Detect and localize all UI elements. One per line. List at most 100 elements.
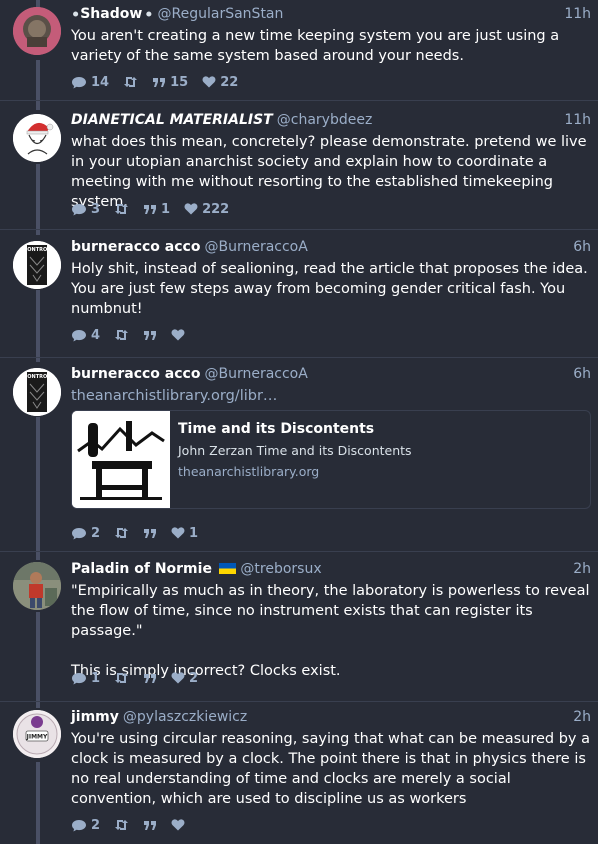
display-name[interactable]: Paladin of Normie (71, 561, 212, 577)
card-host: theanarchistlibrary.org (178, 464, 320, 479)
display-name[interactable]: DIANETICAL MATERIALIST (71, 112, 273, 128)
display-name[interactable]: jimmy (71, 709, 119, 725)
boost-icon (115, 330, 129, 340)
quote-button[interactable]: 15 (152, 75, 188, 90)
quote-button[interactable] (143, 528, 157, 539)
status-burneracco-2[interactable]: CONTROL burneracco acco @BurneraccoA 6h t… (0, 358, 598, 551)
like-button[interactable] (171, 329, 185, 341)
avatar[interactable] (13, 7, 61, 55)
reply-button[interactable]: 1 (71, 671, 100, 686)
like-button[interactable]: 222 (184, 202, 229, 217)
reply-count: 2 (91, 817, 101, 833)
timestamp[interactable]: 6h (573, 366, 591, 382)
quote-button[interactable] (143, 330, 157, 341)
avatar[interactable]: CONTROL (13, 368, 61, 416)
boost-icon (115, 528, 129, 538)
card-title: Time and its Discontents (178, 421, 375, 437)
status-header: Paladin of Normie @treborsux 2h (71, 561, 591, 579)
reply-icon (72, 203, 86, 215)
status-header: ⚫Shadow ⚫ @RegularSanStan 11h (71, 6, 591, 24)
avatar[interactable] (13, 562, 61, 610)
status-shadow[interactable]: ⚫Shadow ⚫ @RegularSanStan 11h You aren't c… (0, 0, 598, 100)
quote-icon (144, 820, 157, 830)
account-handle[interactable]: @charybdeez (277, 112, 373, 128)
account-handle[interactable]: @RegularSanStan (158, 6, 284, 22)
account-handle[interactable]: @treborsux (240, 561, 321, 577)
boost-button[interactable] (114, 203, 129, 215)
status-content: theanarchistlibrary.org/libr… (71, 386, 591, 406)
like-count: 22 (220, 74, 239, 90)
reply-icon (72, 819, 86, 831)
boost-button[interactable] (114, 527, 129, 539)
action-bar: 3 1 222 (71, 200, 243, 218)
heart-icon (171, 329, 185, 341)
like-count: 1 (189, 525, 199, 541)
like-button[interactable] (171, 819, 185, 831)
heart-icon (171, 819, 185, 831)
boost-icon (115, 204, 129, 214)
status-header: burneracco acco @BurneraccoA 6h (71, 239, 591, 257)
display-name[interactable]: burneracco acco (71, 239, 200, 255)
card-body: Time and its Discontents John Zerzan Tim… (178, 421, 582, 479)
quote-button[interactable]: 1 (143, 202, 170, 217)
avatar[interactable]: JIMMY (13, 710, 61, 758)
status-text: Holy shit, instead of sealioning, read t… (71, 261, 588, 317)
reply-button[interactable]: 4 (71, 328, 100, 343)
status-burneracco-1[interactable]: CONTROL burneracco acco @BurneraccoA 6h H… (0, 230, 598, 357)
action-bar: 4 (71, 326, 199, 344)
status-paladin[interactable]: Paladin of Normie @treborsux 2h "Empiric… (0, 552, 598, 701)
quote-count: 15 (170, 74, 189, 90)
action-bar: 14 15 22 (71, 73, 252, 91)
display-name[interactable]: Shadow (80, 6, 142, 22)
account-handle[interactable]: @BurneraccoA (204, 239, 307, 255)
timestamp[interactable]: 2h (573, 709, 591, 725)
boost-button[interactable] (114, 819, 129, 831)
quote-count: 1 (161, 201, 171, 217)
like-count: 2 (189, 670, 199, 686)
avatar[interactable]: CONTROL (13, 241, 61, 289)
like-button[interactable]: 22 (202, 75, 238, 90)
avatar[interactable] (13, 114, 61, 162)
status-link[interactable]: theanarchistlibrary.org/libr… (71, 388, 277, 404)
quote-button[interactable] (143, 820, 157, 831)
quote-icon (153, 77, 166, 87)
card-thumbnail (72, 411, 170, 508)
reply-button[interactable]: 2 (71, 818, 100, 833)
heart-icon (184, 203, 198, 215)
boost-icon (115, 820, 129, 830)
timestamp[interactable]: 2h (573, 561, 591, 577)
like-count: 222 (202, 201, 230, 217)
status-jimmy[interactable]: JIMMY jimmy @pylaszczkiewicz 2h You're us… (0, 702, 598, 844)
boost-icon (124, 77, 138, 87)
card-description: John Zerzan Time and its Discontents (178, 443, 412, 458)
reply-count: 1 (91, 670, 101, 686)
quote-icon (144, 528, 157, 538)
timestamp[interactable]: 11h (564, 6, 591, 22)
action-bar: 1 2 (71, 669, 212, 687)
reply-button[interactable]: 2 (71, 526, 100, 541)
status-text: "Empirically as much as in theory, the l… (71, 583, 590, 639)
like-button[interactable]: 2 (171, 671, 198, 686)
timestamp[interactable]: 6h (573, 239, 591, 255)
status-header: jimmy @pylaszczkiewicz 2h (71, 709, 591, 727)
timestamp[interactable]: 11h (564, 112, 591, 128)
boost-button[interactable] (114, 672, 129, 684)
boost-button[interactable] (114, 329, 129, 341)
like-button[interactable]: 1 (171, 526, 198, 541)
account-handle[interactable]: @pylaszczkiewicz (123, 709, 247, 725)
quote-icon (144, 673, 157, 683)
action-bar: 2 1 (71, 524, 212, 542)
reply-button[interactable]: 14 (71, 75, 109, 90)
display-name[interactable]: burneracco acco (71, 366, 200, 382)
reply-count: 4 (91, 327, 101, 343)
ukraine-flag-emoji (219, 562, 237, 574)
reply-button[interactable]: 3 (71, 202, 100, 217)
action-bar: 2 (71, 816, 199, 834)
boost-button[interactable] (123, 76, 138, 88)
status-content: Holy shit, instead of sealioning, read t… (71, 259, 591, 319)
reply-icon (72, 329, 86, 341)
quote-button[interactable] (143, 673, 157, 684)
link-preview-card[interactable]: Time and its Discontents John Zerzan Tim… (71, 410, 591, 509)
status-dianetical[interactable]: DIANETICAL MATERIALIST @charybdeez 11h wh… (0, 101, 598, 229)
account-handle[interactable]: @BurneraccoA (204, 366, 307, 382)
